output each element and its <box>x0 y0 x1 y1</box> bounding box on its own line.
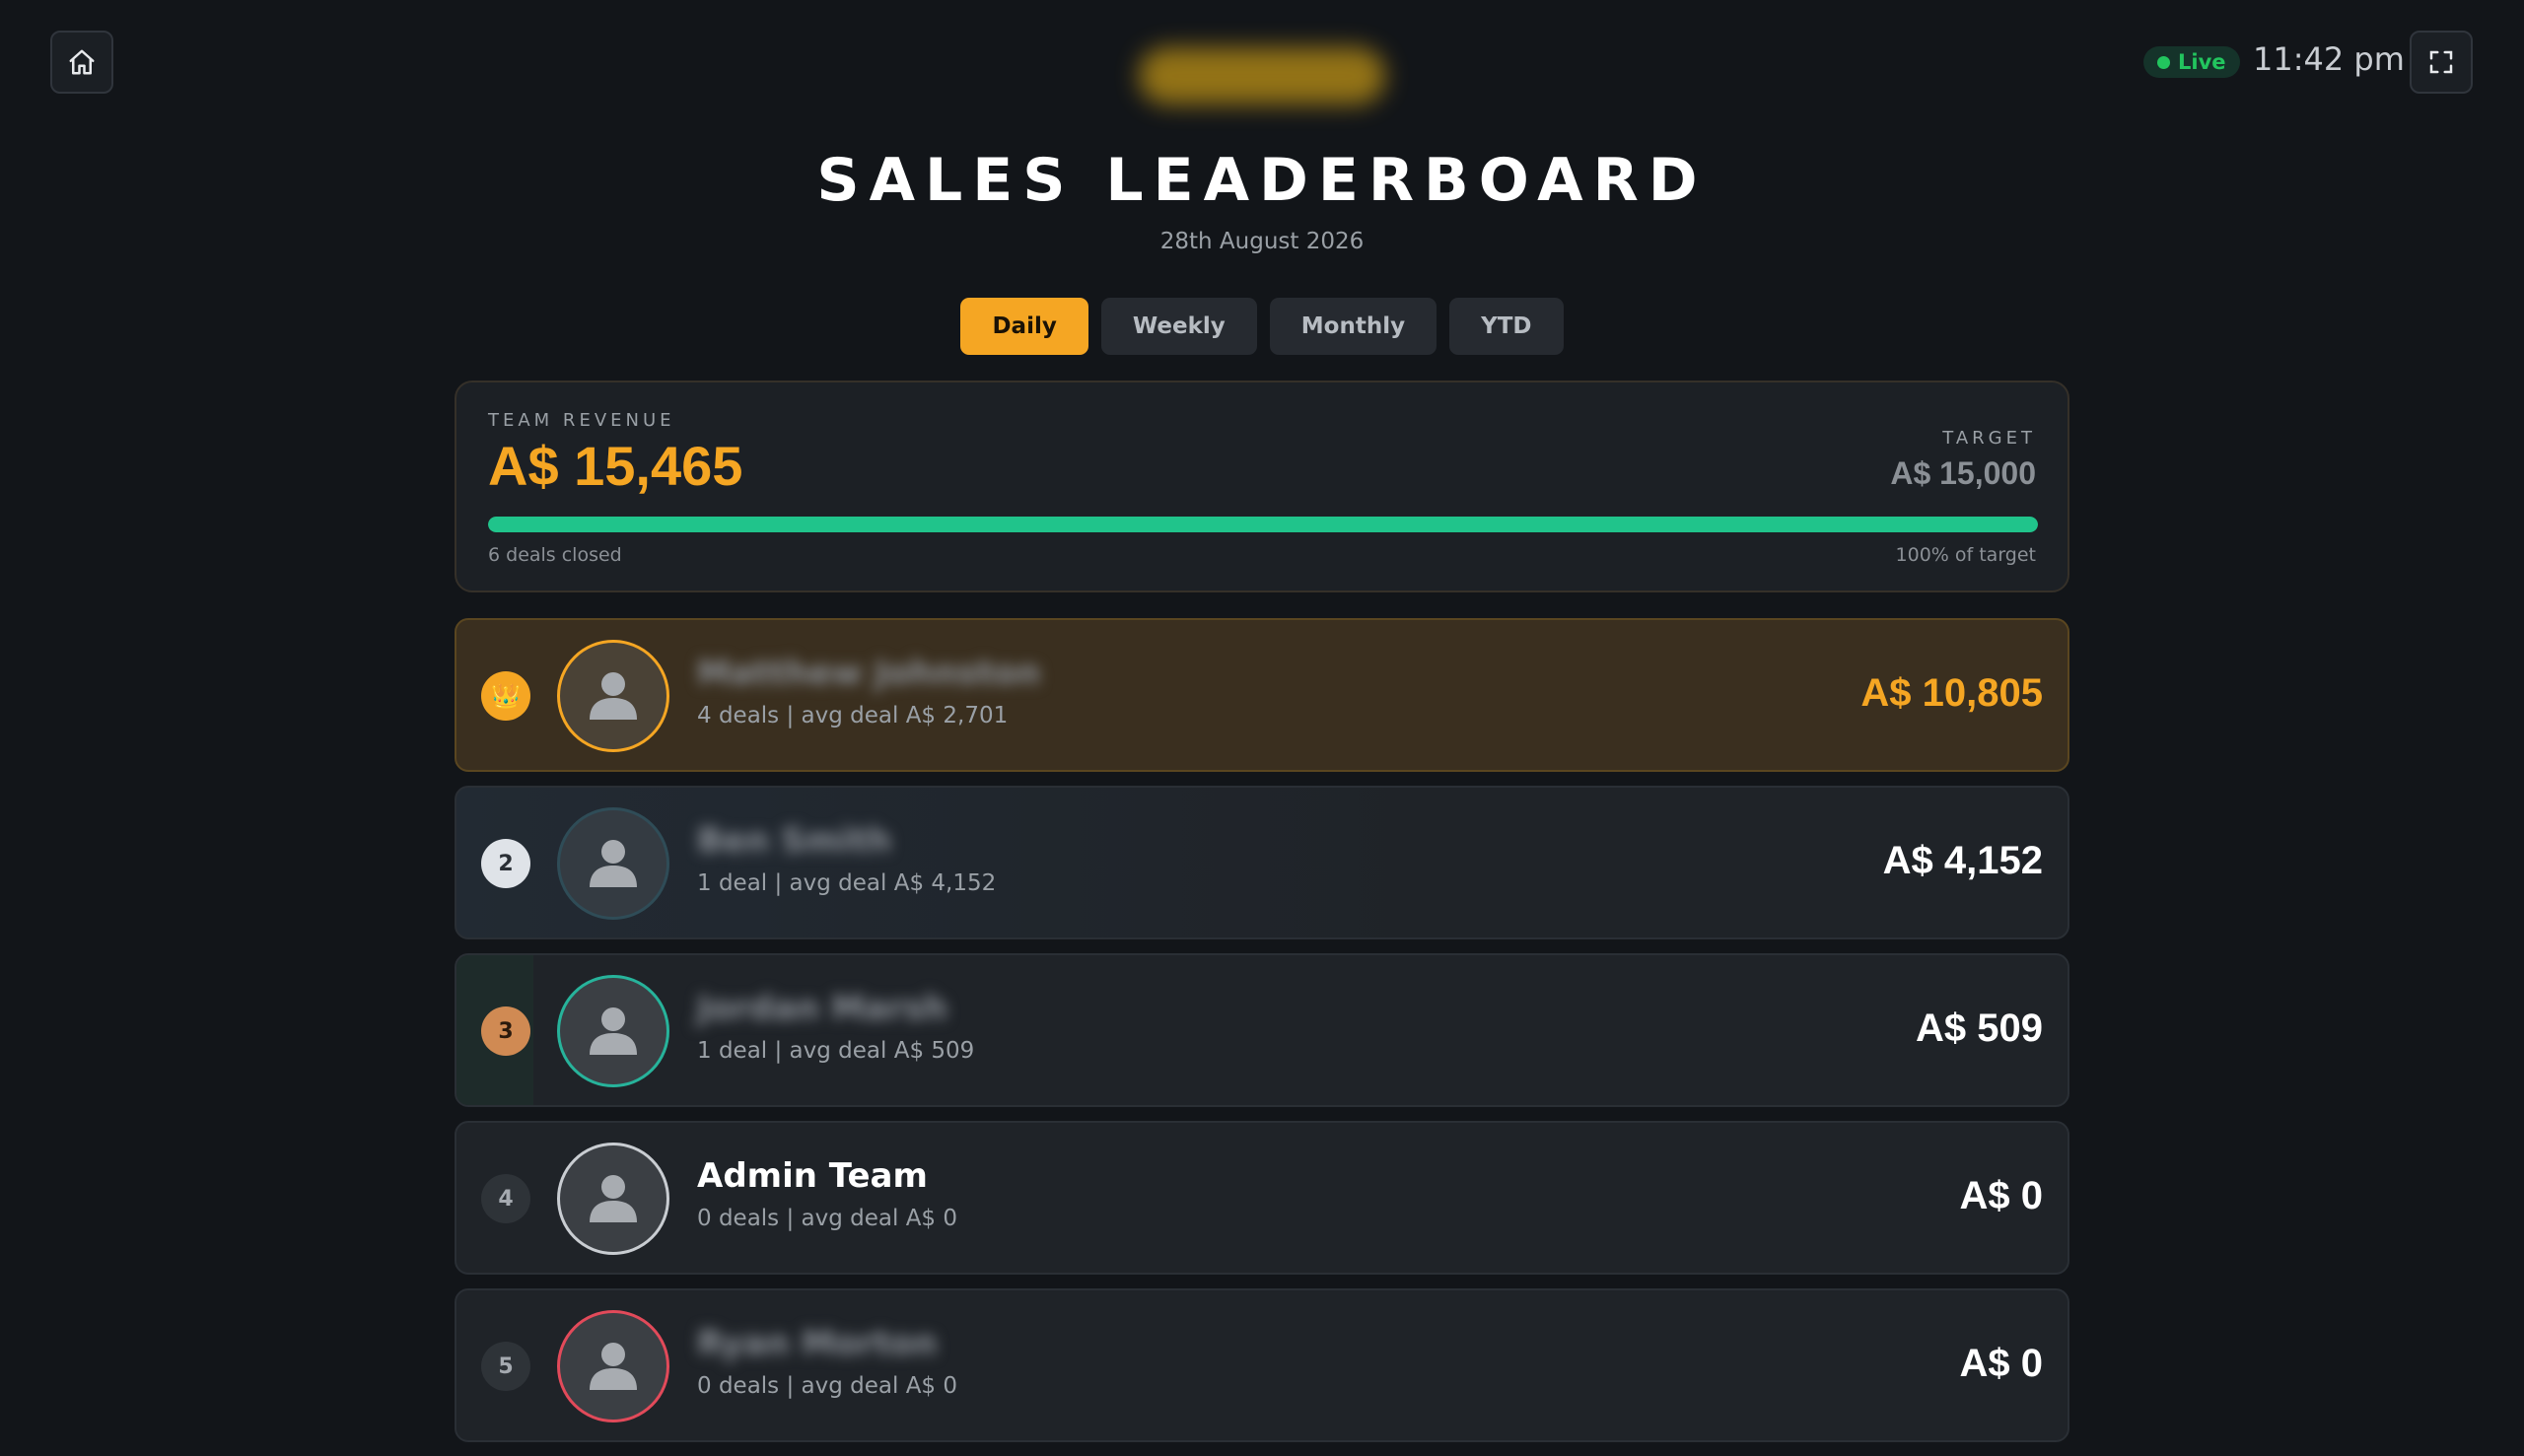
rep-deals-meta: 1 deal | avg deal A$ 509 <box>697 1038 975 1064</box>
revenue-progress-fill <box>488 517 2038 532</box>
user-silhouette-icon <box>590 1175 637 1222</box>
page-date: 28th August 2026 <box>1159 229 1365 254</box>
crown-icon: 👑 <box>481 671 530 721</box>
deals-closed: 6 deals closed <box>488 544 622 566</box>
rep-amount: A$ 0 <box>1959 1174 2044 1217</box>
rep-amount: A$ 0 <box>1959 1342 2044 1385</box>
rep-amount: A$ 4,152 <box>1882 839 2043 882</box>
brand-logo <box>1139 47 1385 104</box>
rep-name: Jordan Marsh <box>697 989 948 1028</box>
fullscreen-icon <box>2429 50 2453 74</box>
home-icon <box>69 49 95 75</box>
avatar <box>557 1143 669 1255</box>
page-title: SALES LEADERBOARD <box>816 146 1708 215</box>
tab-weekly[interactable]: Weekly <box>1100 298 1257 355</box>
user-silhouette-icon <box>590 840 637 887</box>
tab-monthly[interactable]: Monthly <box>1269 298 1437 355</box>
live-badge: Live <box>2143 46 2240 78</box>
live-label: Live <box>2178 50 2226 74</box>
tab-daily[interactable]: Daily <box>960 298 1088 355</box>
team-revenue-card: TEAM REVENUE A$ 15,465 TARGET A$ 15,000 … <box>455 381 2069 592</box>
avatar <box>557 975 669 1087</box>
tab-ytd[interactable]: YTD <box>1449 298 1564 355</box>
rep-amount: A$ 10,805 <box>1860 671 2043 715</box>
leaderboard-row[interactable]: 3 Jordan Marsh 1 deal | avg deal A$ 509 … <box>455 953 2069 1107</box>
team-revenue-label: TEAM REVENUE <box>488 410 675 431</box>
leaderboard-row[interactable]: 2 Ben Smith 1 deal | avg deal A$ 4,152 A… <box>455 786 2069 939</box>
rep-deals-meta: 4 deals | avg deal A$ 2,701 <box>697 703 1009 728</box>
rank-badge: 3 <box>481 1006 530 1056</box>
user-silhouette-icon <box>590 1343 637 1390</box>
target-value: A$ 15,000 <box>1890 455 2036 491</box>
rep-name: Ben Smith <box>697 821 892 861</box>
period-tabs: Daily Weekly Monthly YTD <box>0 298 2524 355</box>
rank-badge: 2 <box>481 839 530 888</box>
user-silhouette-icon <box>590 672 637 720</box>
percent-of-target: 100% of target <box>1895 544 2036 566</box>
top-bar: Live 11:42 pm <box>0 0 2524 128</box>
user-silhouette-icon <box>590 1007 637 1055</box>
target-label: TARGET <box>1942 428 2036 449</box>
rep-deals-meta: 0 deals | avg deal A$ 0 <box>697 1206 958 1231</box>
leaderboard-list: 👑 Matthew Johnston 4 deals | avg deal A$… <box>455 618 2069 1456</box>
avatar <box>557 640 669 752</box>
avatar <box>557 1310 669 1422</box>
leaderboard-row[interactable]: 👑 Matthew Johnston 4 deals | avg deal A$… <box>455 618 2069 772</box>
rank-badge: 4 <box>481 1174 530 1223</box>
rep-amount: A$ 509 <box>1916 1006 2043 1050</box>
clock: 11:42 pm <box>2253 40 2405 78</box>
live-dot-icon <box>2157 55 2170 69</box>
rep-deals-meta: 0 deals | avg deal A$ 0 <box>697 1373 958 1399</box>
home-button[interactable] <box>50 31 113 94</box>
team-revenue-value: A$ 15,465 <box>488 435 743 497</box>
revenue-progress-bar <box>488 517 2038 532</box>
leaderboard-row[interactable]: 4 Admin Team 0 deals | avg deal A$ 0 A$ … <box>455 1121 2069 1275</box>
avatar <box>557 807 669 920</box>
rep-deals-meta: 1 deal | avg deal A$ 4,152 <box>697 870 997 896</box>
fullscreen-button[interactable] <box>2410 31 2473 94</box>
rep-name: Admin Team <box>697 1156 928 1196</box>
rank-badge: 5 <box>481 1342 530 1391</box>
rep-name: Matthew Johnston <box>697 654 1041 693</box>
rep-name: Ryan Morton <box>697 1324 938 1363</box>
